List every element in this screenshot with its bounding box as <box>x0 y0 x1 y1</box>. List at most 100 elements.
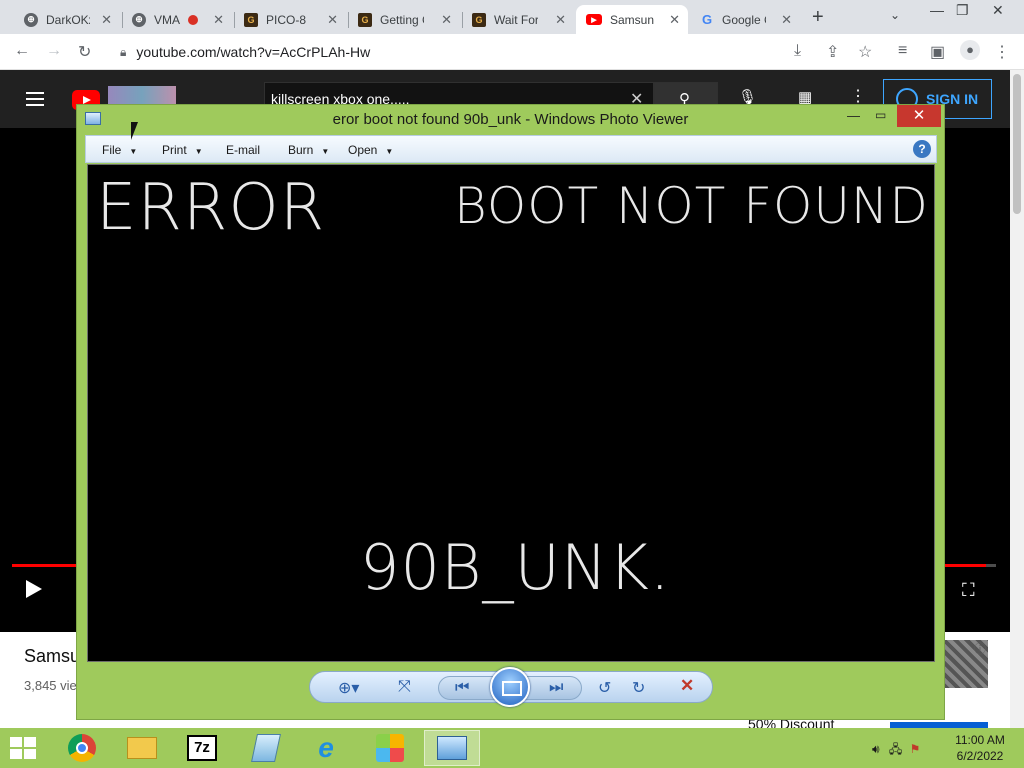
taskbar-chrome[interactable] <box>54 730 110 766</box>
close-window-icon[interactable]: ✕ <box>992 2 1004 19</box>
forward-arrow-icon[interactable]: → <box>46 42 62 60</box>
taskbar-notepad[interactable] <box>238 730 294 766</box>
image-text-error: ERROR <box>96 171 326 245</box>
paint-icon <box>376 734 404 762</box>
media-controls-icon[interactable]: ≡ <box>898 42 907 60</box>
hamburger-menu-icon[interactable] <box>26 92 44 106</box>
browser-tab-7[interactable]: G Google C ✕ <box>690 5 800 34</box>
zoom-icon[interactable]: ⊕▾ <box>338 678 359 698</box>
slideshow-button[interactable] <box>490 667 530 707</box>
youtube-icon: ▶ <box>586 14 602 25</box>
displayed-image: ERROR BOOT NOT FOUND 90B_UNK. <box>87 164 935 662</box>
dropdown-arrow-icon: ▼ <box>129 147 138 156</box>
photo-viewer-titlebar[interactable]: eror boot not found 90b_unk - Windows Ph… <box>77 105 944 133</box>
taskbar-photo-viewer[interactable] <box>424 730 480 766</box>
browser-tab-5[interactable]: G Wait For ✕ <box>462 5 574 34</box>
photo-viewer-menubar: File ▼ Print ▼ E-mail Burn ▼ Open ▼ ? <box>85 135 937 163</box>
new-tab-button[interactable]: + <box>812 6 824 29</box>
tab-title: DarkOKx <box>46 12 90 27</box>
minimize-icon[interactable]: — <box>847 108 860 123</box>
image-text-code: 90B_UNK. <box>360 531 671 604</box>
browser-tab-4[interactable]: G Getting C ✕ <box>348 5 460 34</box>
install-icon[interactable]: ⤓ <box>794 42 801 60</box>
maximize-icon[interactable]: ▭ <box>875 108 886 122</box>
system-tray: 🔊︎ 🖧 ⚑ <box>872 740 920 761</box>
menu-burn-label: Burn <box>288 143 314 157</box>
dropdown-arrow-icon: ▼ <box>321 147 330 156</box>
bookmark-star-icon[interactable]: ☆ <box>858 42 872 62</box>
taskbar-paint[interactable] <box>362 730 418 766</box>
chrome-icon <box>68 734 96 762</box>
dropdown-arrow-icon: ▼ <box>385 147 394 156</box>
menu-burn[interactable]: Burn ▼ <box>288 143 329 157</box>
g-logo-icon: G <box>472 12 486 27</box>
taskbar-7zip[interactable]: 7z <box>174 730 230 766</box>
menu-print[interactable]: Print ▼ <box>162 143 203 157</box>
help-icon[interactable]: ? <box>913 140 931 158</box>
browser-tab-2[interactable]: ⊕ VMA ✕ <box>122 5 232 34</box>
tab-title: VMA <box>154 12 181 27</box>
browser-tab-1[interactable]: ⊕ DarkOKx ✕ <box>14 5 120 34</box>
menu-email[interactable]: E-mail <box>226 143 260 157</box>
g-logo-icon: G <box>244 12 258 27</box>
close-tab-icon[interactable]: ✕ <box>213 12 224 28</box>
chevron-down-icon[interactable]: ⌄ <box>890 8 900 22</box>
google-icon: G <box>701 12 713 27</box>
image-text-boot-not-found: BOOT NOT FOUND <box>454 177 929 235</box>
delete-icon[interactable]: ✕ <box>680 676 694 696</box>
taskbar-clock[interactable]: 11:00 AM 6/2/2022 <box>940 732 1020 764</box>
close-tab-icon[interactable]: ✕ <box>555 12 566 28</box>
address-bar[interactable]: 🔒︎ youtube.com/watch?v=AcCrPLAh-Hw <box>108 38 788 66</box>
view-count: 3,845 vie <box>24 678 77 693</box>
close-tab-icon[interactable]: ✕ <box>327 12 338 28</box>
rotate-counterclockwise-icon[interactable]: ↺ <box>598 678 611 698</box>
globe-icon: ⊕ <box>132 12 146 27</box>
network-icon[interactable]: 🖧 <box>889 742 902 756</box>
photo-viewer-window: eror boot not found 90b_unk - Windows Ph… <box>76 104 945 720</box>
start-button[interactable] <box>10 737 38 759</box>
reload-icon[interactable]: ↻ <box>78 42 91 62</box>
side-panel-icon[interactable]: ▣ <box>930 42 945 62</box>
close-tab-icon[interactable]: ✕ <box>781 12 792 28</box>
minimize-icon[interactable]: — <box>930 2 944 18</box>
close-tab-icon[interactable]: ✕ <box>101 12 112 28</box>
profile-avatar-icon[interactable]: ● <box>960 40 980 60</box>
browser-tab-3[interactable]: G PICO-8 F ✕ <box>234 5 346 34</box>
page-scrollbar[interactable] <box>1010 70 1024 730</box>
rotate-clockwise-icon[interactable]: ↻ <box>632 678 645 698</box>
browser-tab-6-active[interactable]: ▶ Samsung ✕ <box>576 5 688 34</box>
actual-size-icon[interactable]: ⤧ <box>398 678 411 696</box>
play-icon[interactable] <box>26 580 42 598</box>
video-title[interactable]: Samsu <box>24 646 80 667</box>
close-tab-icon[interactable]: ✕ <box>441 12 452 28</box>
tab-title: Google C <box>722 12 766 27</box>
menu-email-label: E-mail <box>226 143 261 157</box>
windows-taskbar: 7z e 🔊︎ 🖧 ⚑ 11:00 AM 6/2/2022 <box>0 728 1024 768</box>
more-vert-icon[interactable]: ⋮ <box>994 42 1010 62</box>
menu-file[interactable]: File ▼ <box>102 143 137 157</box>
next-icon[interactable]: ⏭ <box>549 679 563 697</box>
share-icon[interactable]: ⇪ <box>826 42 839 62</box>
tab-title: Wait For <box>494 12 538 27</box>
close-window-button[interactable]: ✕ <box>897 105 941 127</box>
volume-icon[interactable]: 🔊︎ <box>872 742 880 756</box>
fullscreen-icon[interactable]: ⛶ <box>962 580 975 601</box>
taskbar-file-explorer[interactable] <box>114 730 170 766</box>
tab-title: PICO-8 F <box>266 12 310 27</box>
ad-info-icon[interactable]: ⓘ <box>974 640 986 657</box>
taskbar-internet-explorer[interactable]: e <box>298 730 354 766</box>
folder-icon <box>127 737 157 759</box>
mouse-cursor-icon <box>131 122 138 140</box>
tab-title: Samsung <box>610 12 654 27</box>
close-tab-icon[interactable]: ✕ <box>669 12 680 28</box>
action-center-flag-icon[interactable]: ⚑ <box>910 742 921 756</box>
lock-icon: 🔒︎ <box>120 44 127 59</box>
previous-icon[interactable]: ⏮ <box>455 679 469 697</box>
window-title: eror boot not found 90b_unk - Windows Ph… <box>332 111 689 128</box>
restore-icon[interactable]: ❐ <box>956 2 969 19</box>
back-arrow-icon[interactable]: ← <box>14 42 30 60</box>
scrollbar-thumb[interactable] <box>1013 74 1021 214</box>
clock-time: 11:00 AM <box>955 733 1005 747</box>
more-vert-icon[interactable]: ⋮ <box>850 86 866 106</box>
menu-open[interactable]: Open ▼ <box>348 143 393 157</box>
